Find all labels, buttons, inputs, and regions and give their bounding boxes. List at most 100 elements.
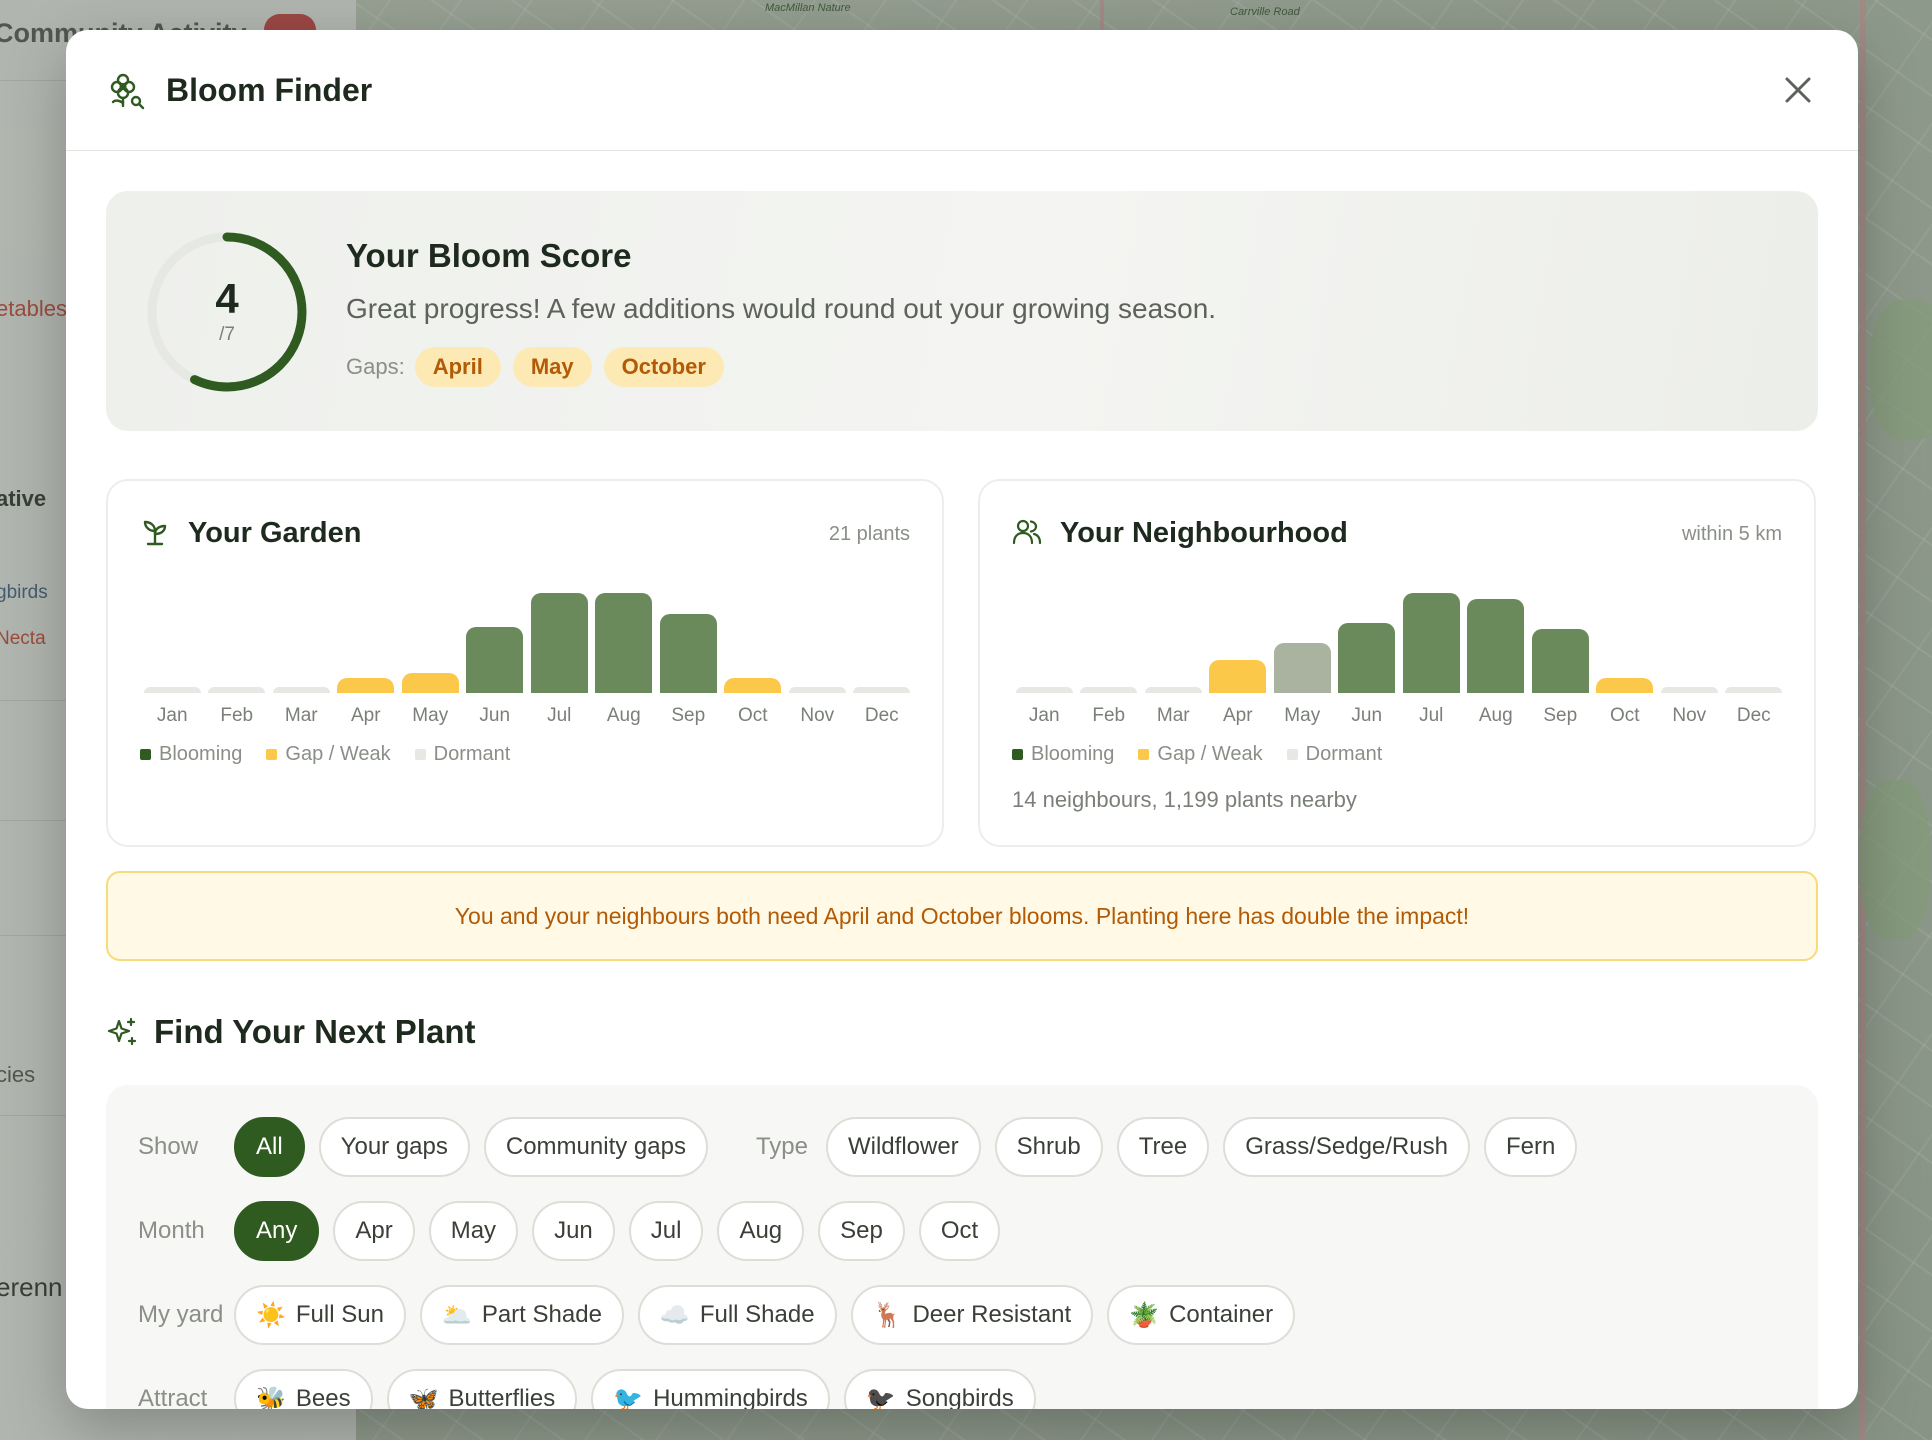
month-option-sep[interactable]: Sep [818,1201,905,1261]
yard-option-full-sun[interactable]: ☀️ Full Sun [234,1285,406,1345]
score-value: 4 [215,275,239,322]
bar-sep [1531,629,1589,693]
bar-aug [595,593,653,693]
pill-label: Part Shade [481,1301,602,1328]
bird-icon: 🐦 [613,1385,644,1410]
bee-icon: 🐝 [256,1385,286,1410]
month-label: May [412,705,449,726]
bar-column [1528,587,1593,693]
bar-oct [1596,678,1654,693]
bar-column [656,587,721,693]
month-label: Feb [1092,705,1126,726]
bar-column [592,587,657,693]
bar-column [1657,587,1722,693]
garden-legend: Blooming Gap / Weak Dormant [140,743,534,766]
month-option-may[interactable]: May [428,1201,519,1261]
month-option-any[interactable]: Any [234,1201,320,1261]
bar-column [1270,587,1335,693]
yard-option-part-shade[interactable]: 🌥️ Part Shade [419,1285,624,1345]
neighbourhood-card: Your Neighbourhood within 5 km Jan Feb Mar… [978,479,1816,847]
bar-column [1464,587,1529,693]
pill-label: Full Shade [699,1301,815,1328]
month-option-aug[interactable]: Aug [717,1201,805,1261]
type-option-fern[interactable]: Fern [1483,1117,1578,1177]
part-shade-icon: 🌥️ [441,1301,472,1329]
bar-may [1273,643,1331,693]
show-option-community-gaps[interactable]: Community gaps [483,1117,708,1177]
month-label: Feb [220,705,254,726]
month-label: Jul [1419,705,1444,726]
bar-column [785,587,850,693]
close-button[interactable] [1774,66,1822,114]
pill-label: Bees [295,1385,351,1409]
bar-column [1012,587,1077,693]
garden-month-labels: Jan Feb Mar Apr May Jun Jul Aug Sep Oct Nov Dec [140,705,914,727]
month-label: Jun [479,705,511,726]
month-option-jun[interactable]: Jun [532,1201,615,1261]
neighbourhood-title: Your Neighbourhood [1060,517,1348,549]
gaps-row: Gaps: April May October [346,347,736,387]
month-label: Nov [800,705,835,726]
yard-label: My yard [138,1301,224,1328]
month-label: Mar [284,705,318,726]
attract-label: Attract [138,1385,208,1409]
attract-option-bees[interactable]: 🐝 Bees [234,1369,373,1409]
garden-plant-count: 21 plants [828,523,910,545]
month-label: Jul [547,705,572,726]
pill-label: Hummingbirds [653,1385,808,1409]
bar-feb [1080,687,1138,693]
month-label: Apr [1222,705,1253,726]
pill-label: Butterflies [448,1385,556,1409]
bar-may [401,673,459,693]
modal-header: Bloom Finder [66,30,1858,151]
bar-mar [272,687,330,693]
month-option-jul[interactable]: Jul [628,1201,704,1261]
deer-icon: 🦌 [872,1301,903,1329]
score-denominator: /7 [219,324,235,345]
type-option-shrub[interactable]: Shrub [994,1117,1103,1177]
yard-option-container[interactable]: 🪴 Container [1107,1285,1296,1345]
month-option-apr[interactable]: Apr [333,1201,415,1261]
pill-label: Songbirds [905,1385,1014,1409]
potted-plant-icon: 🪴 [1129,1301,1160,1329]
legend-dormant: Dormant [433,743,511,765]
neighbourhood-radius: within 5 km [1681,523,1782,545]
attract-option-hummingbirds[interactable]: 🐦 Hummingbirds [591,1369,830,1409]
month-label: Sep [1543,705,1578,726]
yard-option-full-shade[interactable]: ☁️ Full Shade [637,1285,837,1345]
type-option-wildflower[interactable]: Wildflower [825,1117,981,1177]
bar-mar [1144,687,1202,693]
yard-option-deer-resistant[interactable]: 🦌 Deer Resistant [850,1285,1094,1345]
gap-chip: May [512,347,592,387]
bar-column [1206,587,1271,693]
bar-apr [1209,660,1267,693]
show-label: Show [138,1133,199,1160]
month-label: May [1284,705,1321,726]
cloud-icon: ☁️ [659,1301,690,1329]
bar-jul [530,593,588,693]
bar-column [463,587,528,693]
month-label: Jan [156,705,188,726]
type-option-tree[interactable]: Tree [1116,1117,1210,1177]
month-label: Oct [737,705,768,726]
month-label: Jan [1028,705,1060,726]
bar-column [1722,587,1787,693]
legend-blooming: Blooming [1031,743,1115,765]
sprout-icon [143,520,167,546]
show-option-all[interactable]: All [234,1117,305,1177]
type-option-grass[interactable]: Grass/Sedge/Rush [1223,1117,1470,1177]
garden-title: Your Garden [188,517,362,549]
month-label: Month [138,1217,205,1244]
month-option-oct[interactable]: Oct [918,1201,1001,1261]
filter-panel: Show All Your gaps Community gaps Type W… [106,1085,1818,1409]
bar-apr [337,678,395,693]
neighbourhood-legend: Blooming Gap / Weak Dormant [1012,743,1406,766]
score-display: 4 /7 [144,229,310,395]
neighbourhood-bloom-chart [1012,587,1786,693]
bar-column [850,587,915,693]
attract-option-butterflies[interactable]: 🦋 Butterflies [386,1369,578,1409]
bar-dec [1725,687,1783,693]
attract-option-songbirds[interactable]: 🐦‍⬛ Songbirds [843,1369,1036,1409]
month-label: Aug [1478,705,1513,726]
show-option-your-gaps[interactable]: Your gaps [318,1117,470,1177]
